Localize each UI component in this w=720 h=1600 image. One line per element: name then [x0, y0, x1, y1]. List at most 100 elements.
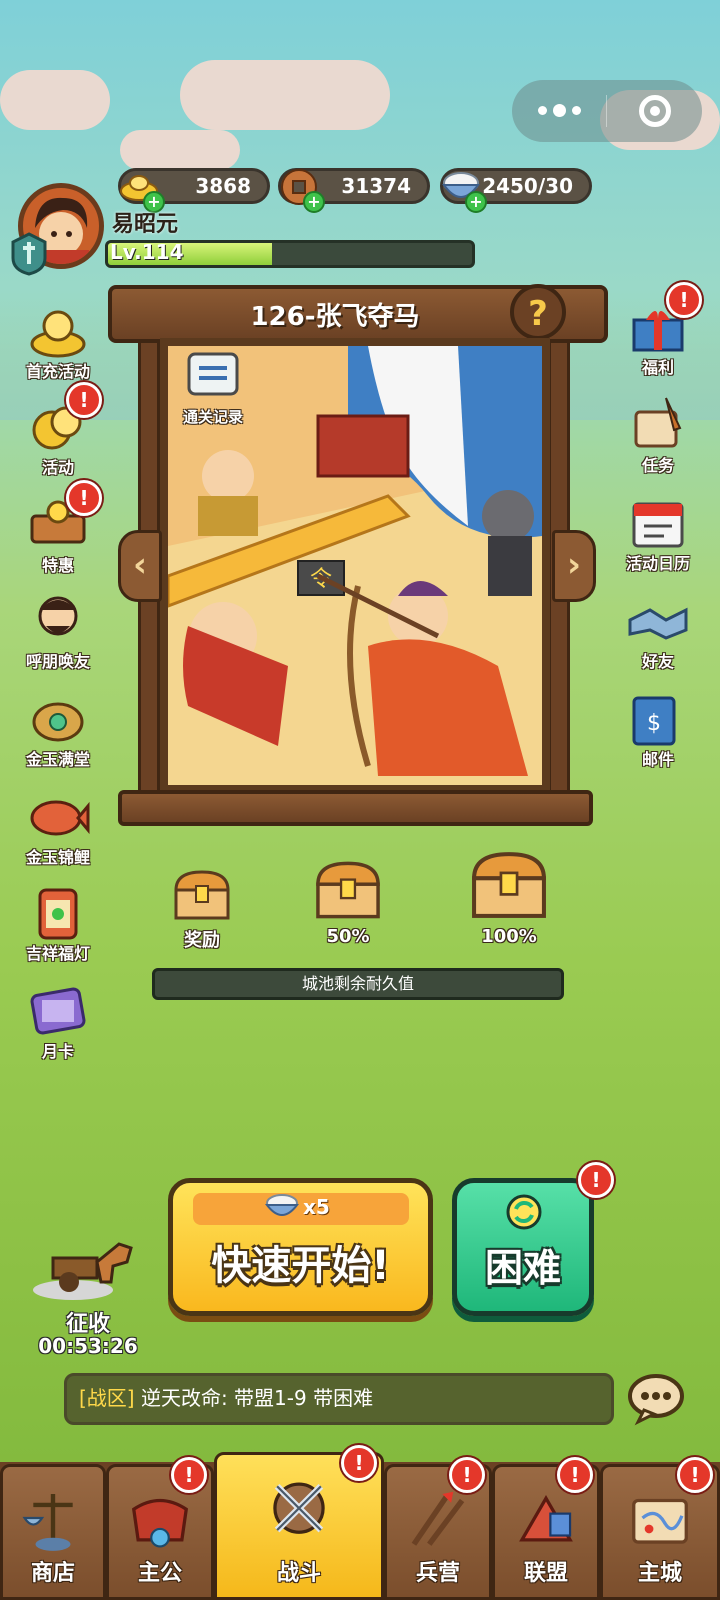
side-button-label: 金玉满堂: [25, 750, 90, 769]
side-button-left_menu-6[interactable]: 吉祥福灯: [14, 882, 102, 964]
side-button-right_menu-3[interactable]: 好友: [614, 590, 702, 672]
side-button-left_menu-5[interactable]: 金玉锦鲤: [14, 786, 102, 868]
side-button-label: 活动日历: [625, 554, 690, 573]
reward-chest-label: 奖励: [184, 930, 220, 951]
chat-bubble-button[interactable]: [626, 1370, 690, 1426]
weapons-rack-icon: [411, 1491, 465, 1546]
side-button-right_menu-1[interactable]: 任务: [614, 394, 702, 476]
quick-start-label: 快速开始!: [211, 1243, 390, 1289]
cloud: [180, 60, 390, 130]
chevron-right-icon: ›: [566, 545, 581, 585]
stage-help-button[interactable]: ?: [510, 284, 566, 340]
tab-label: 主公: [137, 1561, 182, 1586]
hard-mode-button[interactable]: 困难: [452, 1178, 594, 1316]
side-button-right_menu-2[interactable]: 活动日历: [614, 492, 702, 574]
side-button-label: 呼朋唤友: [25, 652, 90, 671]
tab-3[interactable]: 兵营!: [384, 1457, 492, 1600]
koi-fish-icon: [30, 800, 90, 836]
handshake-icon: [628, 607, 688, 640]
treasure-chest-icon: [316, 861, 380, 919]
scale-icon: [22, 1493, 73, 1551]
mail-icon: $: [632, 696, 676, 746]
cloud: [120, 130, 240, 170]
scroll-quill-icon: [634, 397, 682, 448]
crossed-swords-icon: [273, 1482, 325, 1534]
armor-icon: [131, 1498, 189, 1548]
prev-stage-button[interactable]: ‹: [118, 530, 162, 602]
side-button-left_menu-2[interactable]: 特惠!: [14, 480, 102, 576]
side-button-right_menu-4[interactable]: $ 邮件: [614, 688, 702, 770]
side-button-left_menu-1[interactable]: 活动!: [14, 382, 102, 478]
collect-timer: 00:53:26: [38, 1334, 138, 1358]
calendar-icon: [632, 502, 684, 548]
collect-tax-button[interactable]: 征收 00:53:26: [28, 1232, 148, 1358]
city-durability-bar: 城池剩余耐久值: [152, 968, 564, 1000]
side-button-label: 好友: [641, 652, 674, 671]
reward-chest-label: 50%: [326, 926, 370, 947]
hard-mode-alert-badge: !: [578, 1162, 614, 1198]
side-button-left_menu-7[interactable]: 月卡: [14, 980, 102, 1062]
rice-bowl-icon: [264, 1194, 300, 1216]
resource-rice[interactable]: + 2450/30: [440, 168, 592, 213]
side-button-label: 福利: [641, 358, 674, 377]
reward-chest-label: 100%: [481, 926, 537, 947]
side-button-left_menu-0[interactable]: 首充活动: [14, 300, 102, 382]
chat-message: 逆天改命: 带盟1-9 带困难: [134, 1386, 374, 1410]
clear-record-button[interactable]: 通关记录: [168, 348, 258, 427]
chevron-left-icon: ‹: [132, 545, 147, 585]
rank-shield-icon: [11, 232, 47, 276]
side-button-left_menu-3[interactable]: 呼朋唤友: [14, 590, 102, 672]
tab-label: 战斗: [276, 1561, 321, 1586]
next-stage-button[interactable]: ›: [552, 530, 596, 602]
rice-value: 2450/30: [482, 174, 573, 198]
player-name: 易昭元: [112, 212, 179, 237]
tab-4[interactable]: 联盟!: [492, 1457, 600, 1600]
chat-ticker[interactable]: [战区] 逆天改命: 带盟1-9 带困难: [64, 1373, 614, 1425]
stage-title: 126-张飞夺马: [250, 302, 420, 332]
side-button-right_menu-0[interactable]: 福利!: [614, 282, 702, 378]
reward-chest-2[interactable]: 50%: [308, 858, 388, 947]
gold-value: 3868: [195, 174, 251, 198]
stage-bottom-plank: [118, 790, 593, 826]
chat-channel-tag: [战区]: [79, 1386, 135, 1410]
side-button-label: 特惠: [41, 556, 74, 575]
quick-start-button[interactable]: x5 快速开始!: [168, 1178, 433, 1316]
alert-badge: !: [449, 1457, 485, 1493]
jade-frog-icon: [32, 702, 84, 742]
alert-badge: !: [666, 282, 702, 318]
reward-chest-1[interactable]: 奖励: [166, 868, 238, 952]
side-button-label: 任务: [641, 456, 674, 475]
alert-badge: !: [677, 1457, 713, 1493]
reward-chest-3[interactable]: 100%: [464, 848, 554, 947]
banner-tent-icon: [519, 1495, 573, 1542]
resource-copper[interactable]: + 31374: [278, 168, 430, 213]
miniprogram-capsule: [512, 80, 702, 142]
more-menu-button[interactable]: [512, 103, 606, 117]
side-button-label: 吉祥福灯: [25, 944, 90, 963]
copper-value: 31374: [341, 174, 411, 198]
clear-record-label: 通关记录: [182, 408, 243, 426]
side-button-label: 金玉锦鲤: [25, 848, 90, 867]
tab-1[interactable]: 主公!: [106, 1457, 214, 1600]
resource-gold[interactable]: + 3868: [118, 168, 270, 213]
lantern-icon: [38, 888, 78, 940]
treasure-chest-icon: [174, 870, 230, 920]
player-level: Lv.114: [110, 240, 184, 264]
clear-record-icon: [187, 352, 239, 396]
quick-start-cost-strip: [193, 1193, 409, 1225]
gold-pile-icon: [30, 310, 86, 358]
close-miniprogram-button[interactable]: [607, 95, 702, 127]
tab-0[interactable]: 商店: [0, 1464, 106, 1600]
side-button-label: 月卡: [41, 1042, 74, 1061]
alert-badge: !: [341, 1445, 377, 1481]
tab-2[interactable]: 战斗!: [214, 1445, 384, 1600]
tab-label: 主城: [637, 1561, 682, 1586]
map-scroll-icon: [632, 1498, 688, 1544]
add-rice-button[interactable]: +: [465, 191, 487, 213]
tab-5[interactable]: 主城!: [600, 1457, 720, 1600]
add-copper-button[interactable]: +: [303, 191, 325, 213]
alert-badge: !: [66, 480, 102, 516]
side-button-left_menu-4[interactable]: 金玉满堂: [14, 688, 102, 770]
tab-label: 商店: [30, 1561, 75, 1586]
month-card-icon: [30, 987, 86, 1035]
